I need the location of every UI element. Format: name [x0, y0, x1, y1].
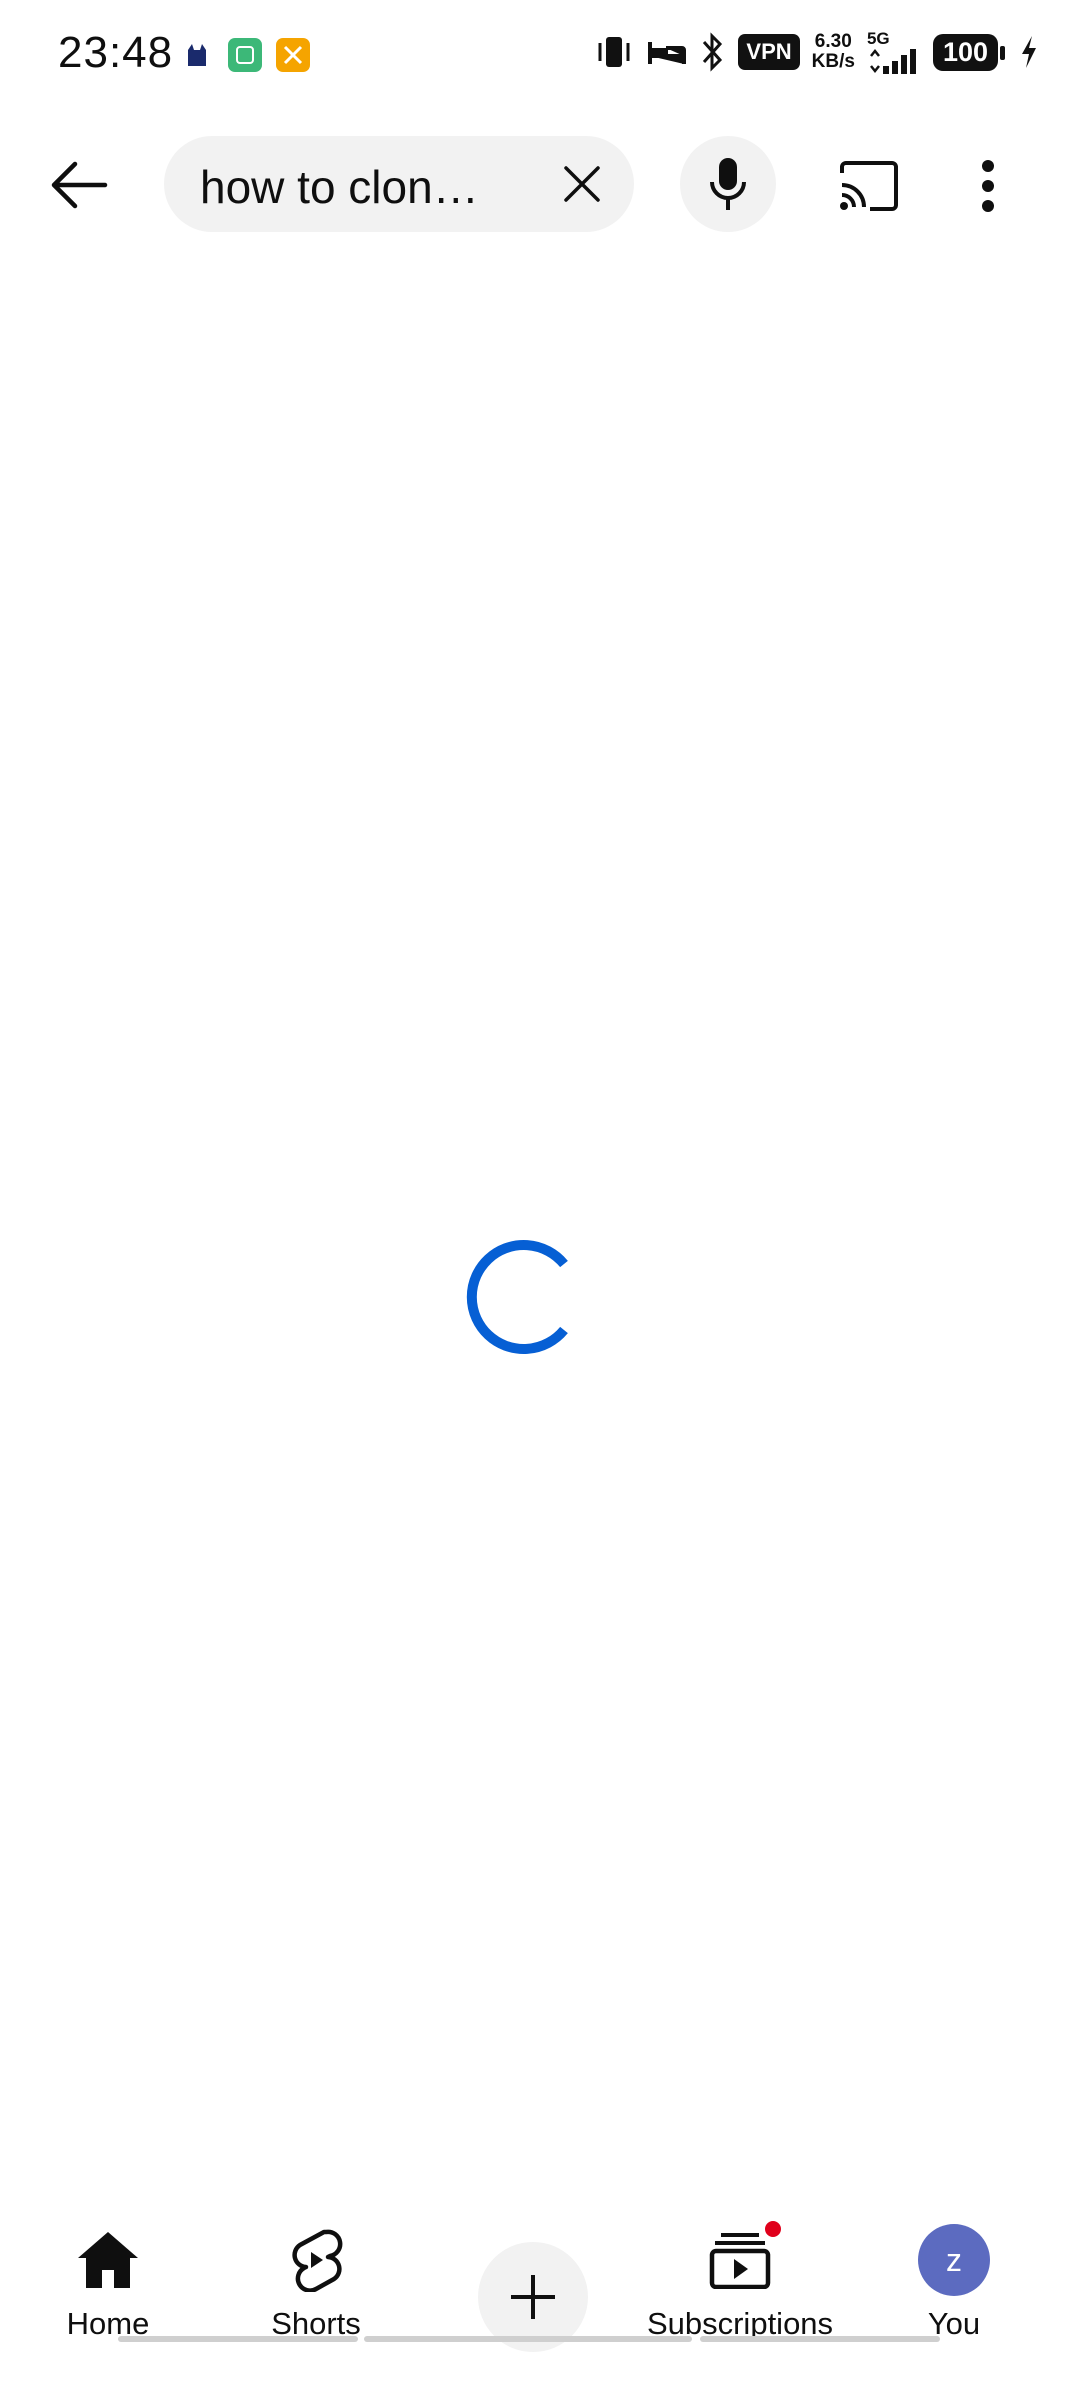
- battery-indicator: 100: [932, 33, 1006, 71]
- vibrate-icon: [598, 37, 630, 67]
- cat-app-icon: [180, 38, 214, 72]
- nav-home[interactable]: Home: [0, 2224, 216, 2374]
- signal-bars-icon: [869, 48, 916, 74]
- nav-you[interactable]: z You: [846, 2224, 1062, 2374]
- network-speed-unit: KB/s: [811, 51, 855, 72]
- status-bar: 23:48 VPN 6.30 KB/s 5G 100: [0, 0, 1080, 110]
- shorts-icon: [280, 2224, 352, 2296]
- cellular-signal: 5G: [867, 30, 921, 74]
- sleep-bed-icon: [648, 42, 687, 64]
- voice-search-button[interactable]: [680, 136, 776, 232]
- search-top-bar: how to clon…: [0, 120, 1080, 250]
- arrow-left-icon: [51, 161, 108, 209]
- close-icon: [564, 166, 600, 202]
- back-button[interactable]: [44, 150, 114, 220]
- vpn-badge: VPN: [738, 34, 800, 70]
- more-options-button[interactable]: [958, 146, 1018, 226]
- microphone-icon: [710, 158, 746, 210]
- bottom-navigation: Home Shorts Subscriptions z You: [0, 2200, 1080, 2400]
- search-results-area: [0, 250, 1080, 2200]
- subscriptions-icon: [704, 2218, 784, 2296]
- avatar: z: [918, 2224, 990, 2296]
- network-speed-value: 6.30: [814, 31, 852, 52]
- youtube-search-loading-screen: 23:48 VPN 6.30 KB/s 5G 100 how to clon… …: [0, 0, 1080, 2400]
- nav-subscriptions[interactable]: Subscriptions: [632, 2218, 848, 2374]
- status-indicators: VPN 6.30 KB/s 5G 100: [594, 30, 1040, 74]
- vertical-dots-icon: [982, 160, 994, 212]
- network-type: 5G: [866, 29, 890, 48]
- nav-shorts[interactable]: Shorts: [208, 2224, 424, 2374]
- charging-bolt-icon: [1022, 36, 1036, 68]
- plus-icon: [511, 2275, 555, 2319]
- tools-app-icon: [276, 38, 310, 72]
- network-speed: 6.30 KB/s: [812, 32, 855, 72]
- search-query-text[interactable]: how to clon…: [200, 160, 530, 214]
- clear-search-button[interactable]: [554, 156, 610, 212]
- search-field[interactable]: how to clon…: [164, 136, 634, 232]
- notification-icons: [180, 38, 310, 72]
- cast-icon: [840, 161, 898, 211]
- tab-switcher-bar: [118, 2336, 358, 2342]
- tab-switcher-bar: [700, 2336, 940, 2342]
- new-content-dot: [762, 2218, 784, 2240]
- loading-spinner-icon: [466, 1240, 568, 1354]
- bluetooth-icon: [703, 32, 723, 72]
- green-app-icon: [228, 38, 262, 72]
- tab-switcher-bar: [364, 2336, 692, 2342]
- home-icon: [72, 2224, 144, 2296]
- status-time: 23:48: [58, 28, 174, 77]
- cast-button[interactable]: [828, 146, 908, 226]
